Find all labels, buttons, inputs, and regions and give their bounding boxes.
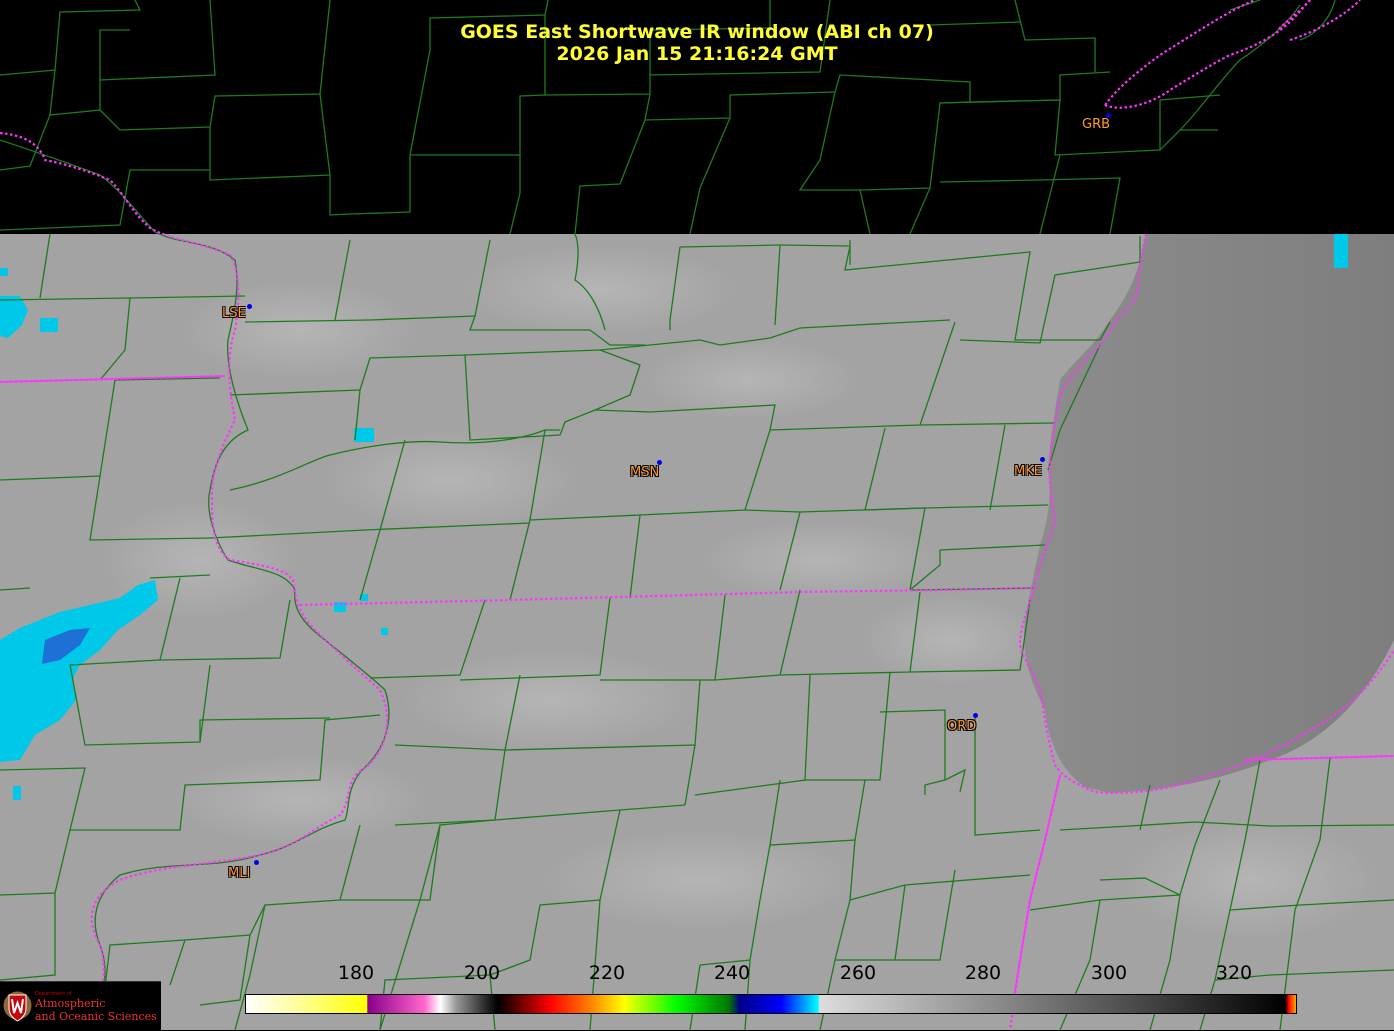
- colorbar-tick: 200: [463, 962, 501, 984]
- colorbar-tick: 240: [713, 962, 751, 984]
- station-label: MSN: [630, 465, 660, 480]
- colorbar-tick: 180: [337, 962, 375, 984]
- title-line1: GOES East Shortwave IR window (ABI ch 07…: [460, 21, 934, 43]
- temperature-colorbar: [245, 994, 1297, 1014]
- colorbar-tick: 300: [1090, 962, 1128, 984]
- station-dot: [247, 304, 252, 309]
- satellite-map: [0, 0, 1394, 1030]
- station-dot: [254, 860, 259, 865]
- station-label: GRB: [1082, 117, 1111, 132]
- station-label: MLI: [228, 866, 251, 881]
- station-label: MKE: [1014, 464, 1042, 479]
- colorbar-tick: 320: [1215, 962, 1253, 984]
- colorbar-tick: 280: [964, 962, 1002, 984]
- aos-logo: Department of Atmospheric and Oceanic Sc…: [0, 981, 161, 1031]
- logo-line1: Atmospheric: [35, 997, 106, 1010]
- station-dot: [973, 713, 978, 718]
- colorbar-tick: 220: [588, 962, 626, 984]
- station-label: ORD: [947, 719, 977, 734]
- station-dot: [1040, 457, 1045, 462]
- station-label: LSE: [222, 306, 246, 321]
- logo-line2: and Oceanic Sciences: [35, 1010, 157, 1023]
- colorbar-tick: 260: [839, 962, 877, 984]
- title-line2: 2026 Jan 15 21:16:24 GMT: [556, 43, 838, 65]
- uw-crest-icon: [3, 991, 32, 1022]
